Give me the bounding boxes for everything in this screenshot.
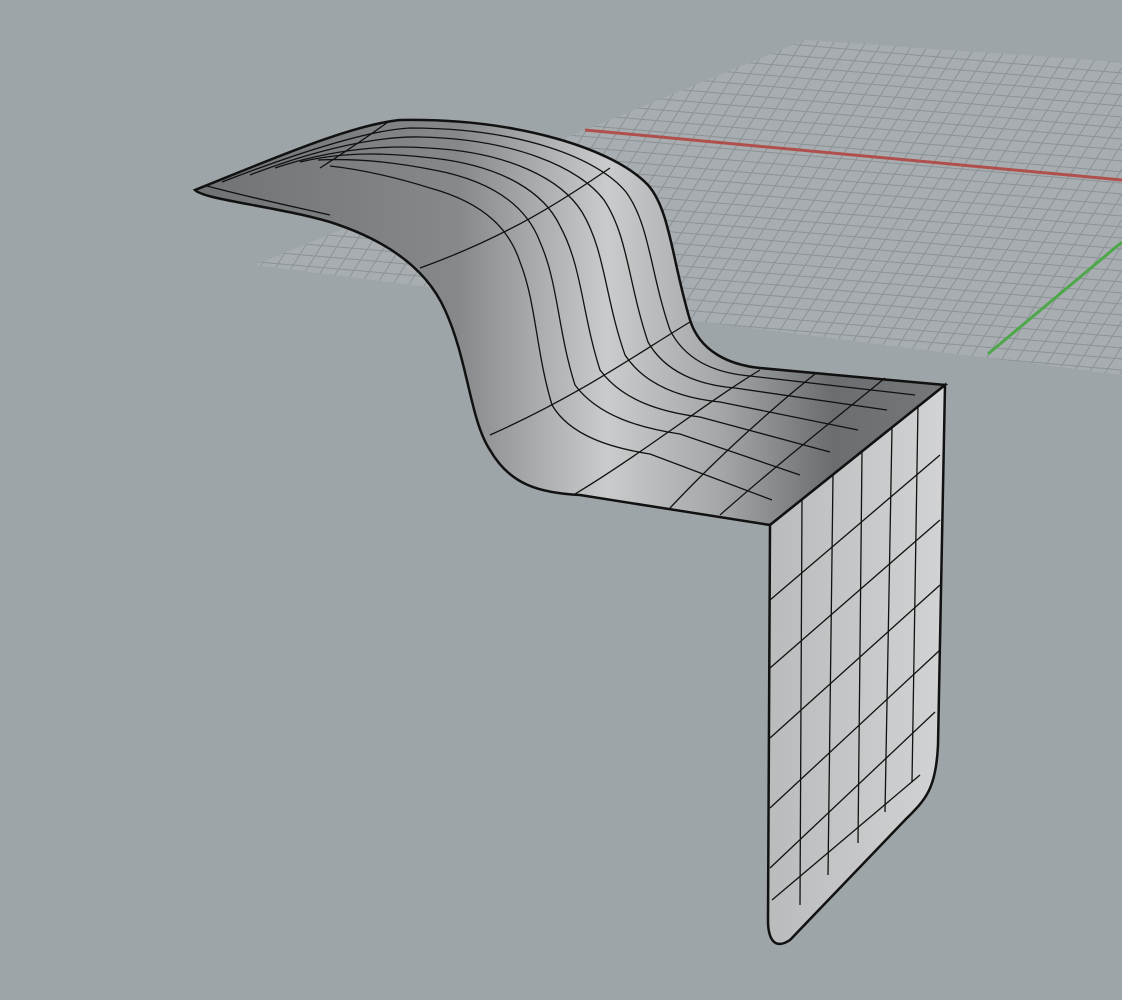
grid-line (255, 40, 273, 375)
grid-line (200, 499, 1122, 579)
grid-line (0, 20, 208, 400)
grid-line (0, 20, 192, 400)
grid-line (255, 40, 305, 375)
perspective-viewport[interactable] (0, 0, 1122, 1000)
grid-line (0, 20, 224, 400)
grid-line (255, 40, 289, 375)
grid-line (200, 0, 1122, 7)
viewport-scene[interactable] (0, 0, 1122, 1000)
grid-line (200, 0, 1122, 18)
grid-line (255, 40, 1122, 85)
grid-line (255, 40, 1122, 41)
grid-line (0, 20, 176, 400)
grid-line (200, 0, 1122, 29)
grid-line (0, 20, 160, 400)
grid-line (0, 20, 240, 400)
grid-line (200, 510, 1122, 590)
grid-line (255, 40, 257, 375)
grid-line (255, 40, 1122, 52)
